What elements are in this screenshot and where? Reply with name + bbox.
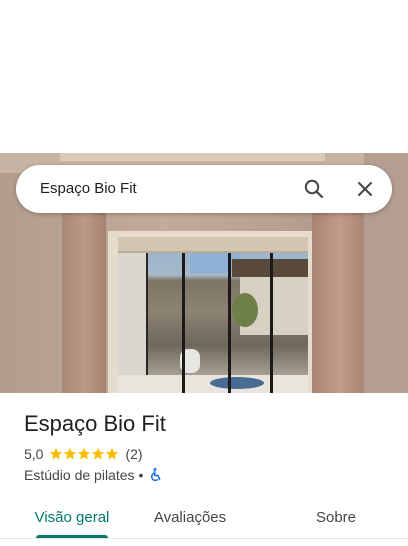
tab-about[interactable]: Sobre (296, 494, 376, 540)
photo-wall-trim (60, 153, 325, 161)
place-title: Espaço Bio Fit (24, 411, 166, 436)
tabs-divider (0, 538, 408, 539)
star-icon (49, 447, 63, 461)
search-input[interactable]: Espaço Bio Fit (40, 180, 137, 197)
search-bar[interactable]: Espaço Bio Fit (16, 165, 392, 213)
photo-inner-wall (118, 251, 146, 393)
star-rating[interactable] (49, 447, 119, 461)
rating-row: 5,0 (2) (24, 444, 143, 464)
tab-overview[interactable]: Visão geral (24, 494, 120, 540)
star-icon (77, 447, 91, 461)
photo-door-mullion (182, 251, 185, 393)
star-icon (91, 447, 105, 461)
tab-bar: Visão geral Avaliações Sobre (0, 494, 408, 540)
category-row: Estúdio de pilates • (24, 465, 163, 485)
star-icon (63, 447, 77, 461)
photo-awning (118, 237, 308, 253)
rating-value: 5,0 (24, 446, 44, 462)
close-icon[interactable] (353, 177, 377, 201)
wheelchair-icon[interactable] (147, 467, 163, 483)
photo-pillar-left (62, 213, 106, 393)
photo-pillar-right (312, 213, 364, 393)
photo-floor-mat (210, 377, 264, 389)
star-icon (105, 447, 119, 461)
photo-door-mullion (228, 251, 231, 393)
photo-reflected-tree (232, 293, 258, 327)
blank-map-area (0, 0, 408, 153)
place-category[interactable]: Estúdio de pilates (24, 467, 135, 483)
search-icon[interactable] (302, 177, 326, 201)
photo-door-mullion (270, 251, 273, 393)
tab-reviews[interactable]: Avaliações (140, 494, 240, 540)
separator-dot: • (138, 467, 144, 483)
review-count[interactable]: (2) (125, 446, 142, 462)
